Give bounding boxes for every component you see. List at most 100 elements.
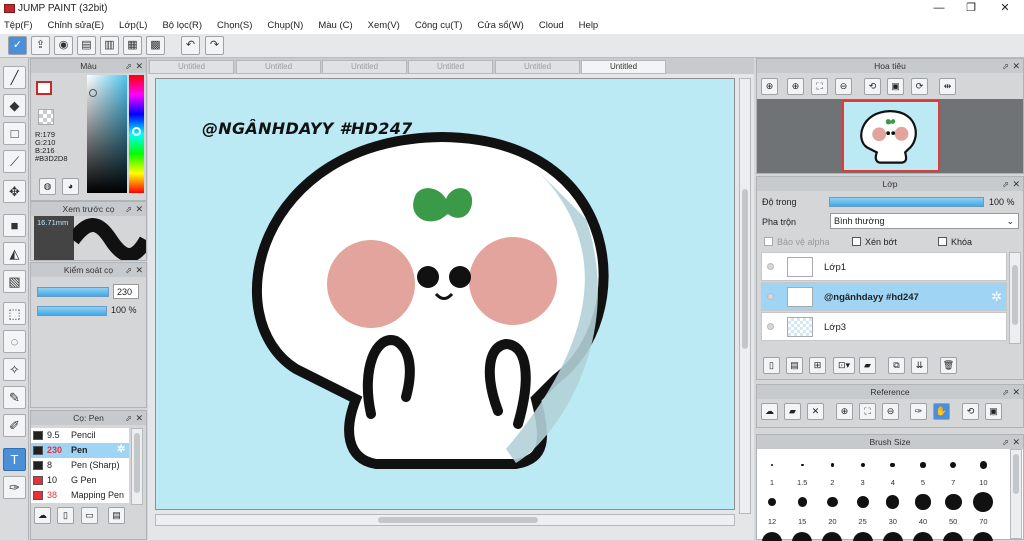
brush-size-dot[interactable] [797, 497, 807, 507]
lasso-tool-icon[interactable]: ◌ [3, 330, 26, 353]
menu-capture[interactable]: Chụp(N) [267, 20, 303, 31]
canvas-area[interactable]: @NGÂNHDAYY #HD247 [148, 74, 754, 540]
panel-layout-icon[interactable]: ▦ [123, 36, 142, 55]
scroll-thumb[interactable] [134, 433, 140, 493]
fill-rect-tool-icon[interactable]: ■ [3, 214, 26, 237]
brush-size-dot[interactable] [860, 462, 865, 468]
brush-item[interactable]: 8 Pen (Sharp) [31, 458, 129, 473]
protect-alpha-checkbox[interactable] [764, 237, 773, 246]
eyedropper-tool-icon[interactable]: ✑ [3, 476, 26, 499]
reset-rotation-icon[interactable]: ▣ [887, 78, 904, 95]
ref-zoom-in-icon[interactable]: ⊕ [836, 403, 853, 420]
zoom-out-icon[interactable]: ⊖ [835, 78, 852, 95]
layer-scrollbar[interactable] [1009, 252, 1021, 344]
new-layer-icon[interactable]: ▯ [763, 357, 780, 374]
duplicate-layer-icon[interactable]: ⧉ [888, 357, 905, 374]
tab-untitled-active[interactable]: Untitled [581, 60, 666, 74]
close-reference-icon[interactable]: ✕ [807, 403, 824, 420]
close-icon[interactable]: ✕ [135, 263, 143, 277]
bucket-tool-icon[interactable]: ◭ [3, 242, 26, 265]
redo-icon[interactable]: ↷ [205, 36, 224, 55]
expand-icon[interactable]: ⬀ [125, 412, 132, 426]
expand-icon[interactable]: ⬀ [1002, 386, 1009, 400]
expand-icon[interactable]: ⬀ [125, 60, 132, 74]
merge-layer-icon[interactable]: ⇊ [911, 357, 928, 374]
tab-untitled[interactable]: Untitled [236, 60, 321, 74]
brush-size-dot[interactable] [800, 463, 804, 467]
expand-icon[interactable]: ⬀ [125, 203, 132, 217]
ref-reset-icon[interactable]: ▣ [985, 403, 1002, 420]
menu-file[interactable]: Tệp(F) [4, 20, 33, 31]
message-icon[interactable]: ▤ [77, 36, 96, 55]
brush-copy-icon[interactable]: ▭ [81, 507, 98, 524]
settings-gear-icon[interactable]: ✲ [117, 444, 125, 455]
select-rect-tool-icon[interactable]: ⬚ [3, 302, 26, 325]
open-folder-icon[interactable]: ▰ [784, 403, 801, 420]
export-icon[interactable]: ⇪ [31, 36, 50, 55]
brush-item[interactable]: 10 G Pen [31, 473, 129, 488]
color-palette-icon[interactable]: ◕ [62, 178, 79, 195]
visibility-icon[interactable] [767, 323, 774, 330]
close-icon[interactable]: ✕ [1012, 59, 1020, 73]
zoom-in-alt-icon[interactable]: ⊕ [787, 78, 804, 95]
visibility-icon[interactable] [767, 293, 774, 300]
close-icon[interactable]: ✕ [1012, 435, 1020, 449]
ref-rotate-icon[interactable]: ⟲ [962, 403, 979, 420]
ref-fit-icon[interactable]: ⛶ [859, 403, 876, 420]
tab-untitled[interactable]: Untitled [322, 60, 407, 74]
blend-mode-select[interactable]: Bình thường ⌄ [830, 213, 1019, 229]
cloud-download-icon[interactable]: ☁ [761, 403, 778, 420]
expand-icon[interactable]: ⬀ [1002, 436, 1009, 450]
scroll-thumb[interactable] [742, 189, 748, 349]
brush-settings-icon[interactable]: ▤ [108, 507, 125, 524]
grid-settings-icon[interactable]: ▩ [146, 36, 165, 55]
brush-cloud-icon[interactable]: ☁ [34, 507, 51, 524]
visibility-icon[interactable] [767, 263, 774, 270]
brush-size-dot[interactable] [944, 493, 962, 511]
tab-untitled[interactable]: Untitled [408, 60, 493, 74]
brush-size-dot[interactable] [890, 462, 896, 468]
text-tool-icon[interactable]: T [3, 448, 26, 471]
add-layer-icon[interactable]: ⊞ [809, 357, 826, 374]
layer-opacity-slider[interactable] [829, 197, 984, 207]
navigator-thumbnail[interactable] [842, 100, 940, 172]
ref-zoom-out-icon[interactable]: ⊖ [882, 403, 899, 420]
menu-edit[interactable]: Chỉnh sửa(E) [48, 20, 105, 31]
close-icon[interactable]: ✕ [135, 411, 143, 425]
rotate-right-icon[interactable]: ⟳ [911, 78, 928, 95]
brush-size-dot[interactable] [950, 461, 957, 469]
brush-size-dot[interactable] [856, 496, 869, 508]
layer-row[interactable]: Lớp3 [761, 312, 1007, 341]
close-icon[interactable]: ✕ [135, 59, 143, 73]
menu-filter[interactable]: Bộ lọc(R) [162, 20, 202, 31]
canvas-vertical-scrollbar[interactable] [739, 78, 751, 514]
hue-cursor[interactable] [132, 127, 141, 136]
brush-size-dot[interactable] [920, 462, 926, 468]
ref-eyedropper-icon[interactable]: ✑ [910, 403, 927, 420]
eraser-tool-icon[interactable]: ◆ [3, 94, 26, 117]
navigator-preview-area[interactable] [757, 99, 1023, 173]
move-tool-icon[interactable]: ✥ [3, 180, 26, 203]
scroll-thumb[interactable] [378, 517, 538, 523]
tab-untitled[interactable]: Untitled [495, 60, 580, 74]
restore-button[interactable]: ❐ [954, 0, 988, 16]
delete-layer-icon[interactable]: 🗑 [940, 357, 957, 374]
brush-size-dot[interactable] [830, 463, 835, 467]
foreground-color-swatch[interactable] [36, 81, 52, 95]
flip-icon[interactable]: ⇹ [939, 78, 956, 95]
menu-select[interactable]: Chọn(S) [217, 20, 252, 31]
select-eraser-tool-icon[interactable]: ✐ [3, 414, 26, 437]
brush-size-input[interactable]: 230 [113, 284, 139, 299]
menu-view[interactable]: Xem(V) [368, 20, 400, 31]
scroll-thumb[interactable] [1013, 454, 1019, 494]
tab-untitled[interactable]: Untitled [149, 60, 234, 74]
brush-list-scrollbar[interactable] [131, 428, 143, 505]
ref-hand-icon[interactable]: ✋ [933, 403, 950, 420]
lock-checkbox[interactable] [938, 237, 947, 246]
select-pen-tool-icon[interactable]: ✎ [3, 386, 26, 409]
brush-size-scrollbar[interactable] [1010, 449, 1022, 539]
drawing-canvas[interactable]: @NGÂNHDAYY #HD247 [155, 78, 735, 510]
brush-size-dot[interactable] [827, 496, 838, 508]
canvas-horizontal-scrollbar[interactable] [155, 514, 735, 526]
close-icon[interactable]: ✕ [1012, 385, 1020, 399]
